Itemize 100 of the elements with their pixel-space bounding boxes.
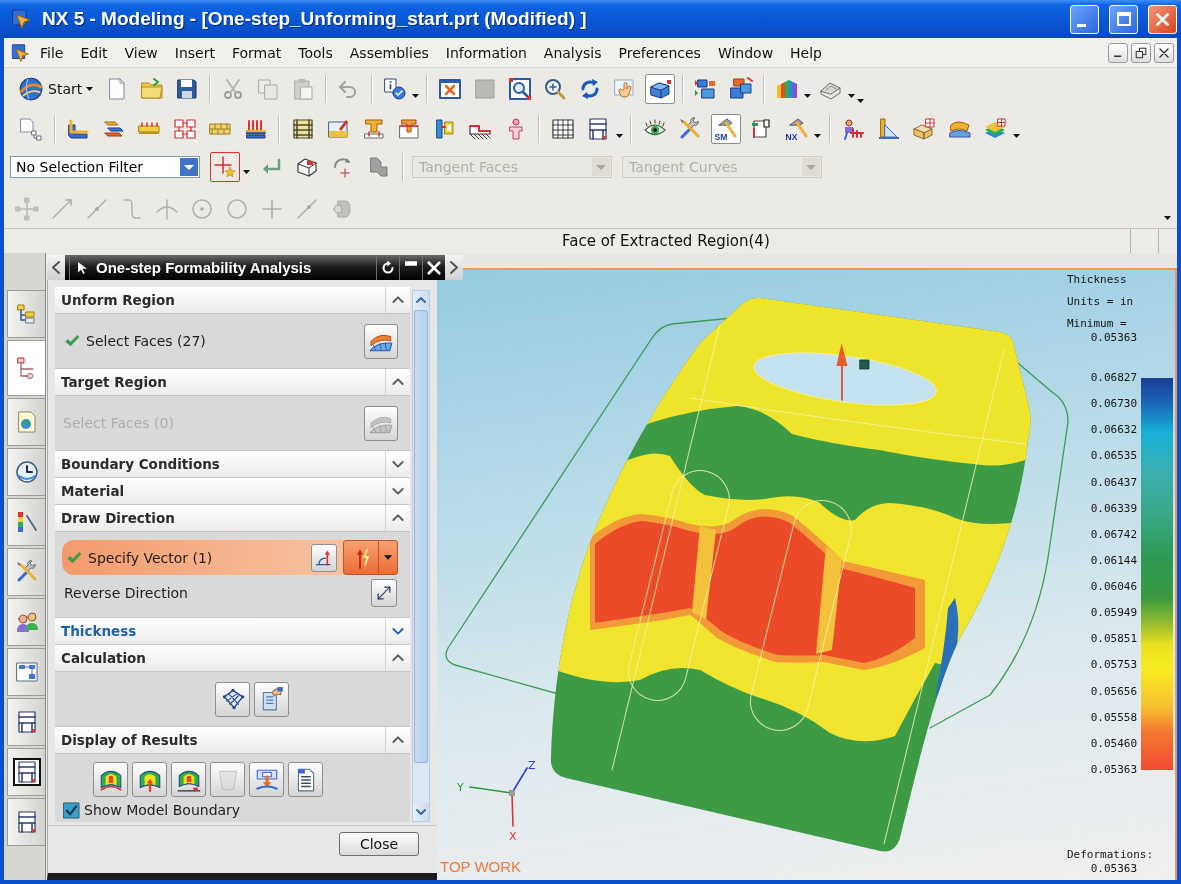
icon-caption: NX bbox=[785, 132, 797, 142]
menu-item[interactable]: File bbox=[40, 44, 64, 61]
menu-item[interactable]: Information bbox=[445, 44, 527, 61]
legend-minimum-value: 0.05363 bbox=[1090, 331, 1137, 345]
section-header[interactable]: Unform Region bbox=[55, 287, 410, 314]
close-icon[interactable] bbox=[1154, 42, 1174, 63]
menu-item[interactable]: View bbox=[124, 44, 158, 61]
checkbox-label: Show Model Boundary bbox=[84, 802, 241, 818]
tool-button[interactable] bbox=[288, 762, 323, 797]
scale-label: 0.06827 bbox=[1090, 371, 1137, 385]
select-faces-button[interactable] bbox=[364, 323, 398, 359]
status-text: Face of Extracted Region(4) bbox=[562, 232, 770, 250]
scale-label: 0.06046 bbox=[1090, 580, 1137, 594]
menu-item[interactable]: Assemblies bbox=[349, 44, 429, 61]
scale-label: 0.06535 bbox=[1090, 449, 1137, 464]
caret-icon bbox=[86, 86, 94, 91]
tool-button[interactable] bbox=[93, 762, 128, 797]
menu-item[interactable]: Analysis bbox=[543, 44, 602, 61]
scrollbar-thumb[interactable] bbox=[414, 310, 428, 763]
caret-icon[interactable] bbox=[243, 170, 250, 174]
resource-tab[interactable] bbox=[7, 448, 45, 496]
globe-icon bbox=[18, 75, 44, 102]
legend-units: Units = in bbox=[1067, 295, 1134, 309]
reverse-direction-button[interactable] bbox=[371, 579, 397, 607]
section-header[interactable]: Target Region bbox=[55, 369, 410, 396]
scale-label: 0.06730 bbox=[1090, 397, 1137, 412]
row-label: Select Faces (27) bbox=[86, 333, 206, 349]
legend-title: Thickness bbox=[1067, 273, 1127, 287]
start-button[interactable]: Start bbox=[14, 73, 98, 104]
menu-item[interactable]: Window bbox=[717, 44, 774, 61]
close-button[interactable] bbox=[1148, 4, 1177, 34]
restore-icon[interactable] bbox=[1131, 42, 1151, 63]
section-title: Thickness bbox=[60, 623, 137, 639]
axis-label: X bbox=[509, 830, 517, 843]
scroll-down-icon[interactable] bbox=[413, 803, 429, 821]
close-button[interactable]: Close bbox=[339, 832, 419, 856]
axis-label: Y bbox=[457, 781, 464, 794]
scrollbar[interactable] bbox=[412, 290, 430, 822]
maximize-button[interactable] bbox=[1109, 4, 1138, 34]
app-logo-icon bbox=[10, 41, 32, 64]
tool-button[interactable] bbox=[249, 762, 284, 797]
menu-item[interactable]: Format bbox=[231, 44, 282, 61]
legend-footer-value: 0.05363 bbox=[1090, 862, 1137, 876]
section-header[interactable]: Calculation bbox=[55, 645, 410, 672]
scale-label: 0.05460 bbox=[1090, 736, 1137, 751]
caret-icon[interactable] bbox=[1164, 216, 1171, 220]
vector-type-button[interactable] bbox=[343, 540, 398, 575]
row-label: Specify Vector (1) bbox=[88, 549, 213, 566]
section-title: Draw Direction bbox=[60, 510, 175, 526]
scale-label: 0.06144 bbox=[1090, 553, 1137, 568]
menu-item[interactable]: Preferences bbox=[618, 44, 701, 61]
section-title: Target Region bbox=[60, 374, 167, 390]
menu-item[interactable]: Insert bbox=[174, 44, 215, 61]
section-title: Material bbox=[60, 483, 125, 499]
menu-item[interactable]: Tools bbox=[298, 44, 333, 61]
scale-label: 0.05753 bbox=[1090, 658, 1137, 673]
tool-button[interactable] bbox=[215, 681, 250, 717]
caret-icon[interactable] bbox=[1012, 134, 1020, 138]
scroll-up-icon[interactable] bbox=[413, 291, 429, 309]
section-header[interactable]: Material bbox=[55, 478, 410, 505]
dialog-title: One-step Formability Analysis bbox=[96, 259, 313, 276]
caret-icon[interactable] bbox=[412, 94, 420, 98]
section-title: Display of Results bbox=[60, 732, 198, 748]
scale-label: 0.05558 bbox=[1090, 710, 1137, 725]
axis-label: Z bbox=[528, 759, 536, 772]
tool-button[interactable] bbox=[254, 681, 289, 717]
shaded-block-icon[interactable] bbox=[645, 73, 676, 104]
checkbox[interactable] bbox=[63, 801, 80, 819]
scale-label: 0.05363 bbox=[1090, 762, 1137, 777]
legend-minimum-label: Minimum = bbox=[1067, 317, 1127, 331]
frame-icon bbox=[12, 758, 41, 786]
icon-caption: SM bbox=[714, 132, 727, 142]
section-title: Boundary Conditions bbox=[60, 456, 220, 472]
scale-label: 0.06742 bbox=[1090, 527, 1137, 542]
menu-item[interactable]: Edit bbox=[80, 44, 108, 61]
section-header[interactable]: Draw Direction bbox=[55, 505, 410, 532]
section-header[interactable]: Display of Results bbox=[55, 727, 410, 754]
caret-icon[interactable] bbox=[804, 94, 812, 98]
close-icon bbox=[1156, 12, 1169, 26]
section-header[interactable]: Thickness bbox=[55, 618, 410, 645]
scale-label: 0.05949 bbox=[1090, 606, 1137, 621]
menu-item[interactable]: Help bbox=[790, 44, 822, 61]
row-label: Reverse Direction bbox=[64, 585, 188, 601]
caret-icon[interactable] bbox=[615, 134, 623, 138]
caret-icon[interactable] bbox=[814, 134, 821, 138]
resource-tab[interactable] bbox=[7, 748, 45, 796]
chevron-right-icon[interactable] bbox=[445, 255, 463, 280]
selection-filter-dropdown[interactable]: No Selection Filter bbox=[10, 156, 200, 178]
chevron-left-icon[interactable] bbox=[47, 255, 65, 280]
tool-button[interactable] bbox=[132, 762, 167, 797]
vector-dialog-button[interactable] bbox=[311, 543, 337, 572]
scale-label: 0.05851 bbox=[1090, 632, 1137, 647]
section-header[interactable]: Boundary Conditions bbox=[55, 451, 410, 478]
tool-button[interactable] bbox=[171, 762, 206, 797]
scale-label: 0.06437 bbox=[1090, 475, 1137, 490]
legend-footer-label: Deformations: bbox=[1067, 848, 1154, 862]
hammer-icon[interactable]: SM bbox=[710, 114, 741, 144]
view-label: TOP WORK bbox=[440, 858, 522, 875]
minimize-button[interactable] bbox=[1070, 4, 1099, 34]
section-title: Unform Region bbox=[60, 292, 175, 308]
